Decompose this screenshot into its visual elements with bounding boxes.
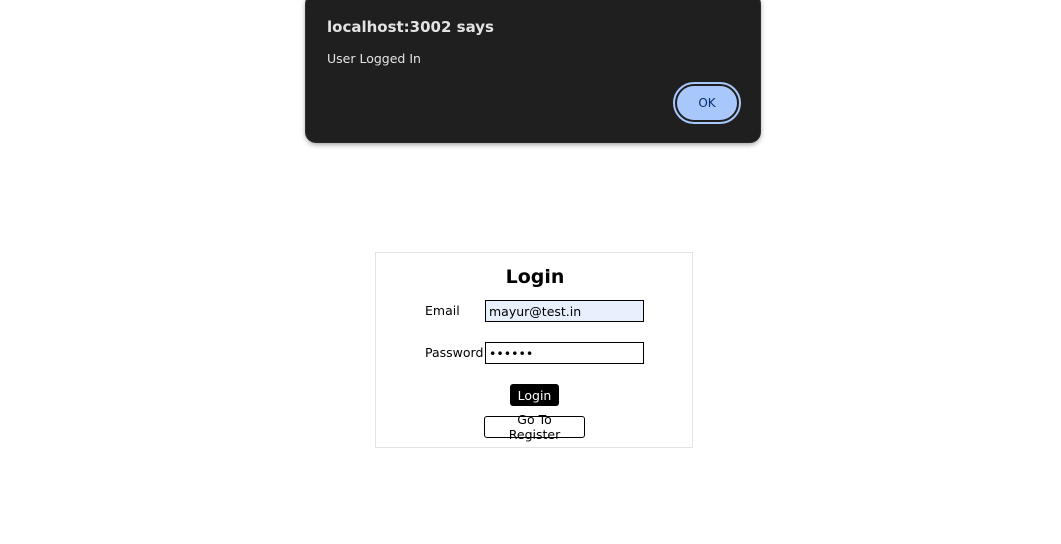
page: Login Email Password Login Go To Registe… xyxy=(0,0,1061,544)
alert-dialog: localhost:3002 says User Logged In OK xyxy=(306,0,760,142)
email-input[interactable] xyxy=(485,300,644,322)
login-button[interactable]: Login xyxy=(510,384,559,406)
email-label: Email xyxy=(425,303,460,318)
alert-ok-button[interactable]: OK xyxy=(673,82,741,124)
alert-title: localhost:3002 says xyxy=(327,18,494,36)
password-input[interactable] xyxy=(485,342,644,364)
password-label: Password xyxy=(425,345,484,360)
alert-message: User Logged In xyxy=(327,51,421,66)
go-to-register-button[interactable]: Go To Register xyxy=(484,412,585,442)
login-card: Login Email Password Login Go To Registe… xyxy=(375,252,693,448)
login-title: Login xyxy=(505,266,565,288)
